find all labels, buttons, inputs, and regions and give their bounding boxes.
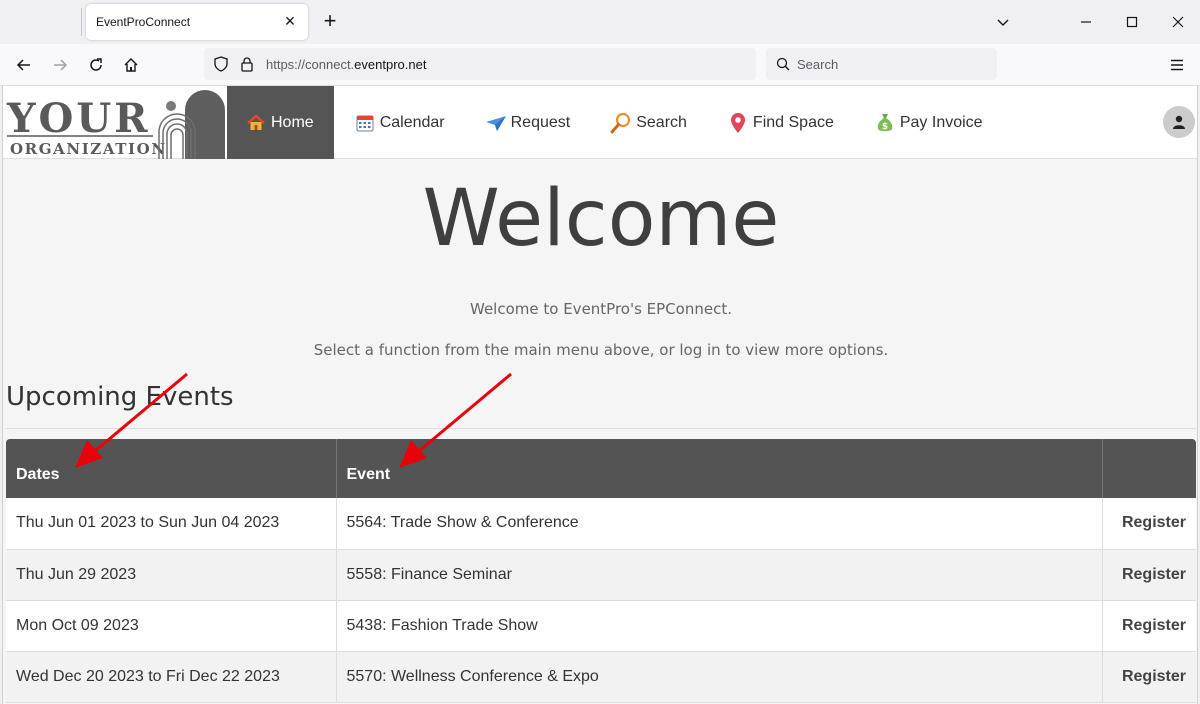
organization-logo[interactable]: YOUR ORGANIZATION	[3, 86, 227, 159]
url-prefix: https://connect.	[266, 57, 355, 72]
tab-separator	[81, 8, 82, 36]
map-pin-icon	[727, 112, 749, 134]
table-row: Thu Jun 01 2023 to Sun Jun 04 2023 5564:…	[6, 498, 1196, 550]
money-bag-icon: $	[874, 112, 896, 134]
browser-nav-bar: https://connect.eventpro.net Search	[0, 44, 1200, 86]
event-name[interactable]: 5438: Fashion Trade Show	[336, 600, 1103, 652]
register-button[interactable]: Register	[1102, 498, 1196, 550]
menu-item-calendar[interactable]: Calendar	[334, 86, 465, 159]
magnifier-icon	[610, 112, 632, 134]
upcoming-events-heading: Upcoming Events	[6, 382, 234, 412]
web-page: YOUR ORGANIZATION Home Calendar Request …	[2, 86, 1198, 704]
column-header-action	[1102, 439, 1196, 498]
table-header-row: Dates Event	[6, 439, 1196, 498]
maximize-icon[interactable]	[1120, 10, 1144, 34]
user-avatar-icon[interactable]	[1163, 106, 1195, 138]
table-row: Mon Oct 09 2023 5438: Fashion Trade Show…	[6, 600, 1196, 652]
browser-search-bar[interactable]: Search	[766, 48, 997, 80]
event-dates: Wed Dec 20 2023 to Fri Dec 22 2023	[6, 651, 337, 703]
close-icon[interactable]: ×	[280, 11, 300, 31]
forward-arrow-icon[interactable]	[47, 52, 73, 78]
home-icon[interactable]	[118, 52, 144, 78]
column-header-dates[interactable]: Dates	[6, 439, 337, 498]
lock-icon[interactable]	[240, 56, 254, 77]
event-name[interactable]: 5558: Finance Seminar	[336, 549, 1103, 601]
menu-item-pay-invoice[interactable]: $ Pay Invoice	[854, 86, 1003, 159]
event-dates: Mon Oct 09 2023	[6, 600, 337, 652]
search-icon	[776, 57, 790, 76]
heading-divider	[6, 428, 1196, 429]
event-name[interactable]: 5564: Trade Show & Conference	[336, 498, 1103, 550]
register-button[interactable]: Register	[1102, 549, 1196, 601]
menu-label-calendar: Calendar	[379, 113, 445, 131]
calendar-icon	[354, 112, 376, 134]
column-header-event[interactable]: Event	[336, 439, 1103, 498]
new-tab-icon[interactable]: +	[318, 10, 342, 34]
url-text: https://connect.eventpro.net	[266, 57, 426, 72]
menu-label-pay-invoice: Pay Invoice	[899, 113, 983, 131]
main-menu: Home Calendar Request Search Find Space …	[227, 86, 1003, 159]
house-icon	[245, 112, 267, 134]
register-button[interactable]: Register	[1102, 651, 1196, 703]
register-button[interactable]: Register	[1102, 600, 1196, 652]
menu-item-home[interactable]: Home	[227, 86, 334, 159]
logo-line1: YOUR	[6, 95, 151, 142]
instructions-message: Select a function from the main menu abo…	[313, 341, 889, 359]
minimize-icon[interactable]	[1074, 10, 1098, 34]
hamburger-menu-icon[interactable]	[1164, 52, 1190, 78]
menu-item-search[interactable]: Search	[590, 86, 707, 159]
events-table: Dates Event Thu Jun 01 2023 to Sun Jun 0…	[6, 439, 1196, 703]
reload-icon[interactable]	[83, 52, 109, 78]
svg-text:$: $	[882, 122, 888, 132]
page-title: Welcome	[422, 174, 780, 264]
tab-list-chevron-down-icon[interactable]	[991, 10, 1015, 34]
back-arrow-icon[interactable]	[11, 52, 37, 78]
site-header: YOUR ORGANIZATION Home Calendar Request …	[3, 86, 1197, 159]
menu-item-request[interactable]: Request	[465, 86, 591, 159]
table-row: Thu Jun 29 2023 5558: Finance Seminar Re…	[6, 549, 1196, 601]
logo-line2: ORGANIZATION	[10, 140, 167, 158]
url-host: eventpro.net	[354, 57, 427, 72]
menu-label-search: Search	[636, 113, 687, 131]
shield-icon[interactable]	[213, 56, 229, 77]
browser-tab-bar: EventProConnect × +	[0, 0, 1200, 44]
welcome-message: Welcome to EventPro's EPConnect.	[470, 300, 732, 318]
table-row: Wed Dec 20 2023 to Fri Dec 22 2023 5570:…	[6, 651, 1196, 703]
event-dates: Thu Jun 29 2023	[6, 549, 337, 601]
url-bar[interactable]: https://connect.eventpro.net	[204, 48, 756, 80]
menu-label-find-space: Find Space	[752, 113, 834, 131]
close-window-icon[interactable]	[1166, 10, 1190, 34]
tab-title: EventProConnect	[96, 15, 191, 29]
event-name[interactable]: 5570: Wellness Conference & Expo	[336, 651, 1103, 703]
browser-tab[interactable]: EventProConnect ×	[86, 4, 308, 40]
search-placeholder: Search	[797, 57, 839, 72]
menu-item-find-space[interactable]: Find Space	[707, 86, 854, 159]
menu-label-request: Request	[510, 113, 571, 131]
event-dates: Thu Jun 01 2023 to Sun Jun 04 2023	[6, 498, 337, 550]
menu-label-home: Home	[271, 113, 314, 131]
paper-plane-icon	[485, 112, 507, 134]
